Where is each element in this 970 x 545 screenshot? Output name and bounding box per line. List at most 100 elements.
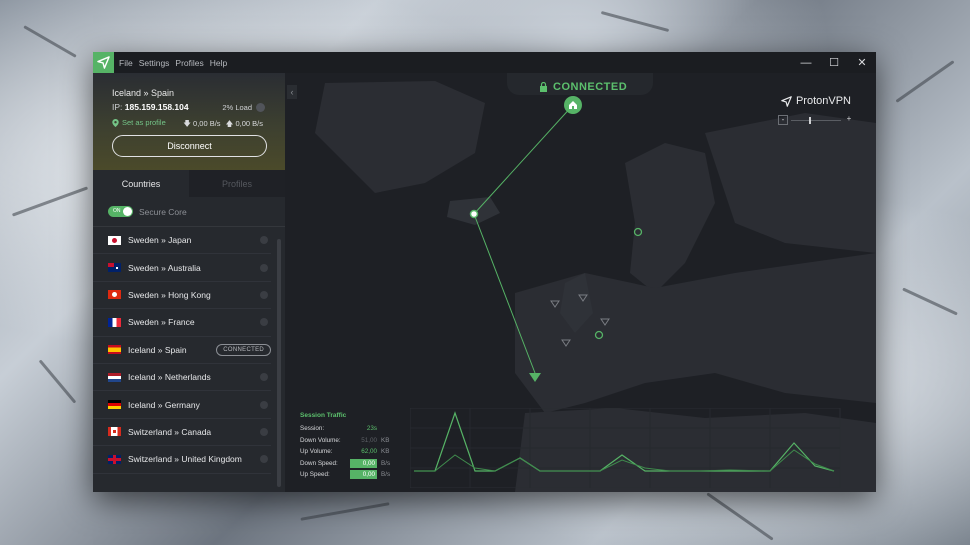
menu-settings[interactable]: Settings <box>139 58 170 68</box>
protonvpn-window: File Settings Profiles Help — ☐ ✕ Icelan… <box>93 52 876 492</box>
server-info-icon[interactable] <box>260 455 268 464</box>
ip-value: 185.159.158.104 <box>124 102 189 112</box>
ip-address: IP: 185.159.158.104 <box>112 102 189 112</box>
menu-file[interactable]: File <box>119 58 133 68</box>
set-as-profile-link[interactable]: Set as profile <box>112 118 166 127</box>
up-speed-row: Up Speed: 0,00 B/s <box>300 469 400 481</box>
server-row-label: Switzerland » United Kingdom <box>128 454 242 465</box>
server-row-label: Sweden » Japan <box>128 235 192 246</box>
server-row-iceland-spain[interactable]: Iceland » Spain CONNECTED <box>93 337 271 364</box>
zoom-control: - + <box>778 115 854 125</box>
server-row-switzerland-canada[interactable]: Switzerland » Canada <box>93 419 271 447</box>
protonvpn-brand: ProtonVPN <box>781 95 851 107</box>
server-info-icon[interactable] <box>260 373 268 382</box>
up-speed-box: 0,00 <box>350 470 377 480</box>
protonvpn-brand-icon <box>781 95 792 107</box>
united-kingdom-flag-icon <box>108 454 121 464</box>
collapse-sidebar-button[interactable]: ‹ <box>287 85 297 99</box>
server-row-sweden-france[interactable]: Sweden » France <box>93 309 271 337</box>
up-speed-unit: B/s <box>381 471 391 479</box>
hong-kong-flag-icon <box>108 290 121 300</box>
sidebar: Iceland » Spain IP: 185.159.158.104 2% L… <box>93 73 285 492</box>
down-speed-value: 0,00 B/s <box>193 119 221 128</box>
server-row-sweden-hong-kong[interactable]: Sweden » Hong Kong <box>93 282 271 310</box>
server-row-sweden-japan[interactable]: Sweden » Japan <box>93 227 271 255</box>
secure-core-toggle[interactable]: ON <box>108 206 133 217</box>
zoom-in-button[interactable]: + <box>844 115 854 125</box>
up-volume-unit: KB <box>381 448 390 456</box>
lock-icon <box>540 82 547 92</box>
down-volume-value: 51,00 <box>361 436 377 444</box>
netherlands-flag-icon <box>108 372 121 382</box>
session-traffic-panel: Session Traffic Session: 23s Down Volume… <box>300 412 400 481</box>
zoom-slider[interactable] <box>791 116 841 124</box>
server-row-label: Switzerland » Canada <box>128 426 212 437</box>
tab-profiles[interactable]: Profiles <box>189 170 285 197</box>
australia-flag-icon <box>108 263 121 273</box>
down-speed-label: Down Speed: <box>300 459 338 467</box>
session-duration-row: Session: 23s <box>300 423 400 435</box>
protonvpn-logo-icon <box>93 52 114 73</box>
server-info-icon[interactable] <box>260 427 268 436</box>
disconnect-button[interactable]: Disconnect <box>112 135 267 157</box>
close-button[interactable]: ✕ <box>848 52 876 73</box>
load-indicator-icon <box>256 103 265 112</box>
server-info-icon[interactable] <box>260 400 268 409</box>
down-speed-box: 0,00 <box>350 458 377 468</box>
server-row-label: Sweden » Australia <box>128 262 201 273</box>
world-map[interactable]: ‹ CONNECTED ProtonVPN - + Session Traffi… <box>285 73 876 492</box>
traffic-graph <box>410 408 841 488</box>
secure-core-label: Secure Core <box>139 206 187 217</box>
menu-profiles[interactable]: Profiles <box>175 58 203 68</box>
europe-land <box>515 253 876 413</box>
server-row-sweden-australia[interactable]: Sweden » Australia <box>93 254 271 282</box>
maximize-button[interactable]: ☐ <box>820 52 848 73</box>
tab-countries[interactable]: Countries <box>93 170 189 197</box>
down-speed-unit: B/s <box>381 459 391 467</box>
server-list-scrollbar[interactable] <box>277 239 281 487</box>
greenland-land <box>315 81 485 193</box>
connected-text: CONNECTED <box>553 81 628 93</box>
connection-status-panel: Iceland » Spain IP: 185.159.158.104 2% L… <box>93 73 285 170</box>
set-as-profile-label: Set as profile <box>122 118 166 127</box>
server-info-icon[interactable] <box>260 318 268 327</box>
up-speed-label: Up Speed: <box>300 471 330 479</box>
up-arrow-icon: 🡅 <box>225 119 234 128</box>
zoom-slider-thumb[interactable] <box>809 116 811 124</box>
server-row-iceland-netherlands[interactable]: Iceland » Netherlands <box>93 364 271 392</box>
server-row-label: Iceland » Spain <box>128 344 187 355</box>
server-row-label: Iceland » Germany <box>128 399 200 410</box>
server-info-icon[interactable] <box>260 263 268 272</box>
server-row-iceland-germany[interactable]: Iceland » Germany <box>93 391 271 419</box>
canada-flag-icon <box>108 427 121 437</box>
menu-bar: File Settings Profiles Help <box>119 58 233 68</box>
connected-route: Iceland » Spain <box>112 88 175 98</box>
spain-flag-icon <box>108 345 121 355</box>
up-volume-row: Up Volume: 62,00 KB <box>300 446 400 458</box>
server-row-switzerland-united-kingdom[interactable]: Switzerland » United Kingdom <box>93 446 271 474</box>
up-volume-value: 62,00 <box>361 448 377 456</box>
iceland-server-marker <box>469 209 479 219</box>
menu-help[interactable]: Help <box>210 58 227 68</box>
france-flag-icon <box>108 317 121 327</box>
zoom-out-button[interactable]: - <box>778 115 788 125</box>
ip-label: IP: <box>112 102 123 112</box>
connected-badge[interactable]: CONNECTED <box>216 343 271 356</box>
server-row-label: Sweden » Hong Kong <box>128 289 211 300</box>
asia-land <box>705 113 876 253</box>
server-info-icon[interactable] <box>260 290 268 299</box>
server-info-icon[interactable] <box>260 236 268 245</box>
session-value: 23s <box>366 425 377 433</box>
down-volume-label: Down Volume: <box>300 436 341 444</box>
load-label: 2% Load <box>222 103 252 112</box>
session-traffic-title: Session Traffic <box>300 412 347 419</box>
home-location-icon[interactable] <box>564 96 582 114</box>
up-volume-label: Up Volume: <box>300 448 333 456</box>
session-label: Session: <box>300 425 325 433</box>
server-row-label: Sweden » France <box>128 317 195 328</box>
server-row-label: Iceland » Netherlands <box>128 372 211 383</box>
server-list: Sweden » Japan Sweden » Australia Sweden… <box>93 227 285 474</box>
down-volume-row: Down Volume: 51,00 KB <box>300 435 400 447</box>
minimize-button[interactable]: — <box>792 52 820 73</box>
window-controls: — ☐ ✕ <box>792 52 876 73</box>
